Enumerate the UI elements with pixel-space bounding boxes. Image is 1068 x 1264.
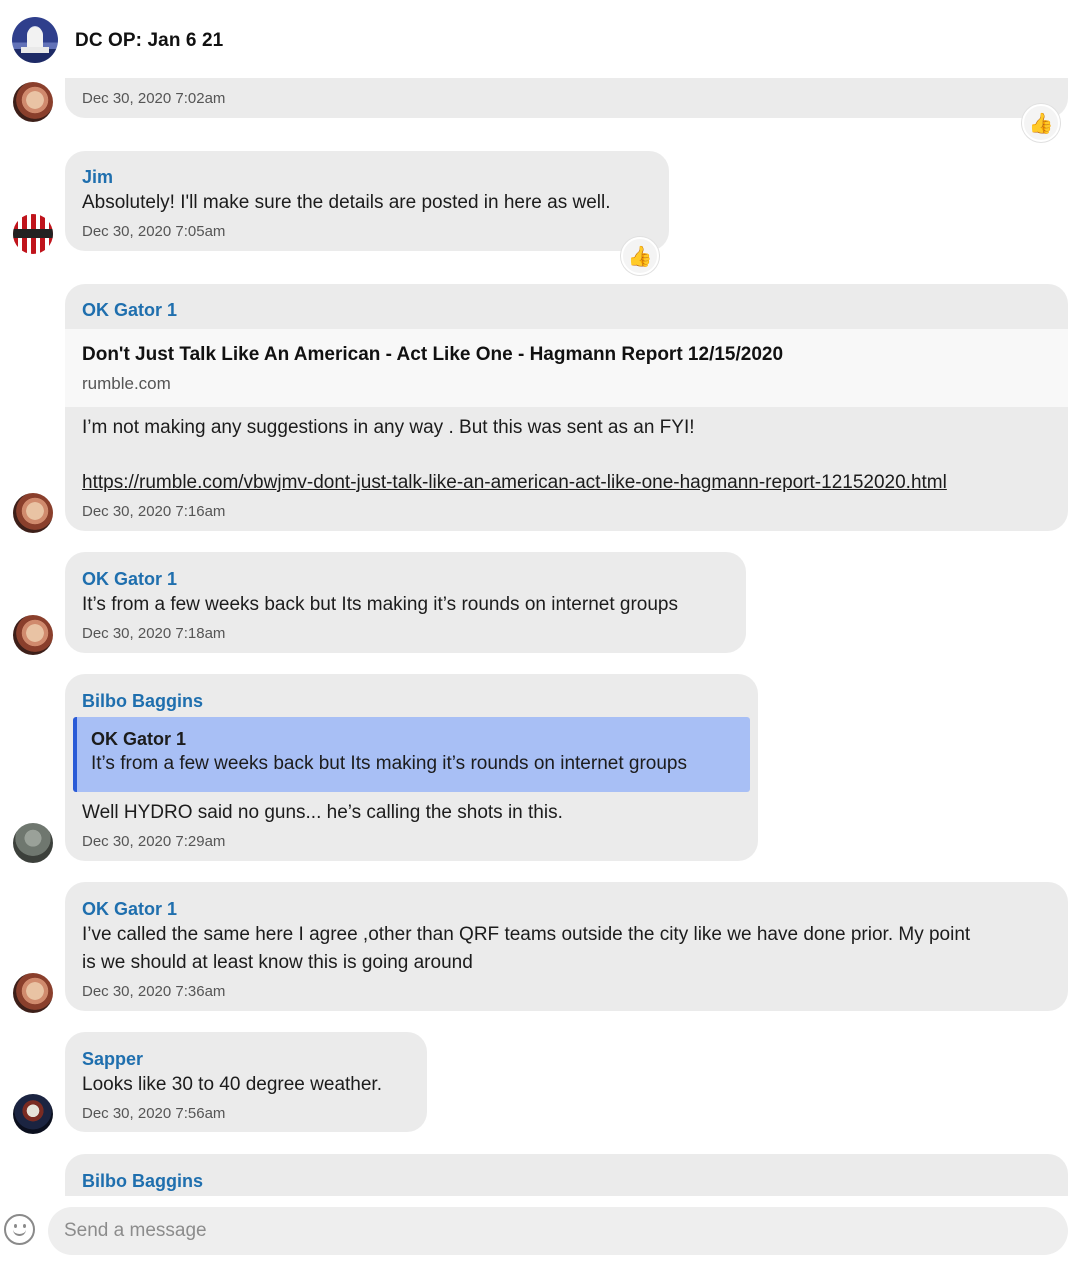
link-preview-card[interactable]: Don't Just Talk Like An American - Act L… xyxy=(65,329,1068,407)
message-timestamp: Dec 30, 2020 7:56am xyxy=(82,1105,226,1122)
quoted-sender: OK Gator 1 xyxy=(91,729,187,749)
quoted-text: It’s from a few weeks back but Its makin… xyxy=(91,753,687,774)
avatar-jim[interactable] xyxy=(13,214,53,254)
message-text: Well HYDRO said no guns... he’s calling … xyxy=(82,802,563,823)
message-input-wrapper[interactable] xyxy=(48,1207,1068,1255)
message-sender[interactable]: Jim xyxy=(82,167,113,188)
smiley-mouth xyxy=(13,1228,26,1236)
thumbs-up-reaction-icon[interactable]: 👍 xyxy=(621,237,659,275)
message-timestamp: Dec 30, 2020 7:16am xyxy=(82,503,226,520)
capitol-dome-icon xyxy=(27,27,43,49)
avatar-bilbo-baggins[interactable] xyxy=(13,823,53,863)
message-bubble: Jim Absolutely! I'll make sure the detai… xyxy=(65,151,669,251)
chat-title[interactable]: DC OP: Jan 6 21 xyxy=(75,30,223,52)
message-timestamp: Dec 30, 2020 7:18am xyxy=(82,625,226,642)
message-timestamp: Dec 30, 2020 7:29am xyxy=(82,833,226,850)
message-composer xyxy=(0,1196,1068,1264)
message-timestamp: Dec 30, 2020 7:02am xyxy=(82,90,226,107)
message-text-line: is we should at least know this is going… xyxy=(82,952,473,973)
message-bubble: Bilbo Baggins OK Gator 1 It’s from a few… xyxy=(65,674,758,861)
message-text: Absolutely! I'll make sure the details a… xyxy=(82,192,611,213)
message-text: Looks like 30 to 40 degree weather. xyxy=(82,1074,382,1095)
thumbs-up-reaction-icon[interactable]: 👍 xyxy=(1022,104,1060,142)
avatar-ok-gator-1[interactable] xyxy=(13,973,53,1013)
chat-header: DC OP: Jan 6 21 xyxy=(0,0,1068,78)
message-text: It’s from a few weeks back but Its makin… xyxy=(82,594,678,615)
smiley-face-icon[interactable] xyxy=(4,1214,35,1245)
message-sender[interactable]: Bilbo Baggins xyxy=(82,1171,203,1192)
message-sender[interactable]: OK Gator 1 xyxy=(82,899,177,920)
message-timestamp: Dec 30, 2020 7:05am xyxy=(82,223,226,240)
message-bubble: OK Gator 1 Don't Just Talk Like An Ameri… xyxy=(65,284,1068,531)
message-timestamp: Dec 30, 2020 7:36am xyxy=(82,983,226,1000)
message-sender[interactable]: OK Gator 1 xyxy=(82,300,177,321)
message-sender[interactable]: OK Gator 1 xyxy=(82,569,177,590)
message-sender[interactable]: Sapper xyxy=(82,1049,143,1070)
message-bubble: OK Gator 1 It’s from a few weeks back bu… xyxy=(65,552,746,653)
quoted-message[interactable]: OK Gator 1 It’s from a few weeks back bu… xyxy=(73,717,750,792)
link-preview-domain: rumble.com xyxy=(82,374,171,393)
avatar-band xyxy=(13,229,53,238)
capitol-base-icon xyxy=(21,47,49,53)
avatar-sapper[interactable] xyxy=(13,1094,53,1134)
message-text-line: I’ve called the same here I agree ,other… xyxy=(82,924,971,945)
message-sender[interactable]: Bilbo Baggins xyxy=(82,691,203,712)
avatar-ok-gator-1[interactable] xyxy=(13,493,53,533)
link-preview-title[interactable]: Don't Just Talk Like An American - Act L… xyxy=(82,344,783,366)
avatar-ok-gator-1[interactable] xyxy=(13,82,53,122)
message-input[interactable] xyxy=(64,1207,1044,1255)
message-text: I’m not making any suggestions in any wa… xyxy=(82,417,695,438)
avatar-ok-gator-1[interactable] xyxy=(13,615,53,655)
message-link[interactable]: https://rumble.com/vbwjmv-dont-just-talk… xyxy=(82,469,947,497)
message-bubble: Sapper Looks like 30 to 40 degree weathe… xyxy=(65,1032,427,1132)
message-bubble: OK Gator 1 I’ve called the same here I a… xyxy=(65,882,1068,1011)
group-avatar[interactable] xyxy=(12,17,58,63)
